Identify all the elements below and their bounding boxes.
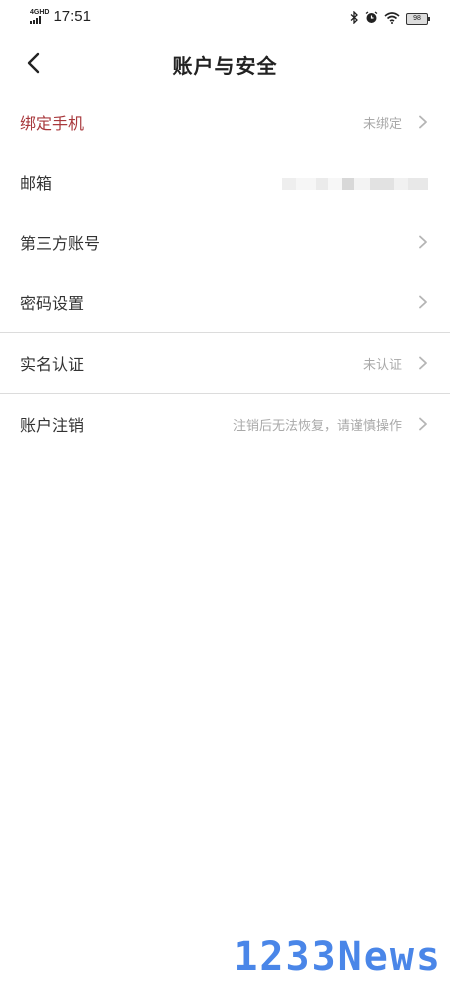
battery-icon: 98	[406, 12, 430, 25]
status-bar: 4GHD 17:51 98	[0, 0, 450, 34]
email-row[interactable]: 邮箱	[0, 152, 450, 212]
email-masked-value	[282, 178, 428, 190]
password-settings-row[interactable]: 密码设置	[0, 272, 450, 332]
account-deletion-label: 账户注销	[20, 416, 85, 435]
watermark-logo: 1233News	[233, 934, 442, 980]
status-right: 98	[350, 9, 430, 28]
bind-phone-label: 绑定手机	[20, 114, 85, 133]
settings-list: 绑定手机 未绑定 邮箱 第三方账号 密码设置 实名认证 未认证 账户注销 注销后…	[0, 92, 450, 454]
third-party-account-label: 第三方账号	[20, 234, 101, 253]
alarm-icon	[365, 9, 378, 28]
account-deletion-hint: 注销后无法恢复，请谨慎操作	[232, 418, 402, 434]
password-settings-label: 密码设置	[20, 294, 85, 313]
clock: 17:51	[53, 8, 91, 25]
bluetooth-icon	[350, 9, 359, 28]
chevron-right-icon	[419, 295, 427, 309]
third-party-account-row[interactable]: 第三方账号	[0, 212, 450, 272]
network-indicator: 4GHD	[30, 9, 49, 24]
chevron-right-icon	[419, 417, 427, 431]
wifi-icon	[384, 9, 400, 28]
real-name-verification-row[interactable]: 实名认证 未认证	[0, 333, 450, 393]
account-deletion-row[interactable]: 账户注销 注销后无法恢复，请谨慎操作	[0, 394, 450, 454]
signal-icon	[30, 16, 41, 24]
real-name-verification-label: 实名认证	[20, 355, 85, 374]
real-name-verification-status: 未认证	[362, 357, 402, 373]
bind-phone-row[interactable]: 绑定手机 未绑定	[0, 92, 450, 152]
bind-phone-status: 未绑定	[362, 116, 402, 132]
chevron-right-icon	[419, 115, 427, 129]
chevron-right-icon	[419, 235, 427, 249]
network-type: 4GHD	[30, 9, 50, 16]
page-title: 账户与安全	[172, 54, 278, 78]
email-label: 邮箱	[20, 174, 53, 193]
chevron-right-icon	[419, 356, 427, 370]
nav-bar: 账户与安全	[0, 34, 450, 92]
status-left: 4GHD 17:51	[30, 8, 91, 25]
